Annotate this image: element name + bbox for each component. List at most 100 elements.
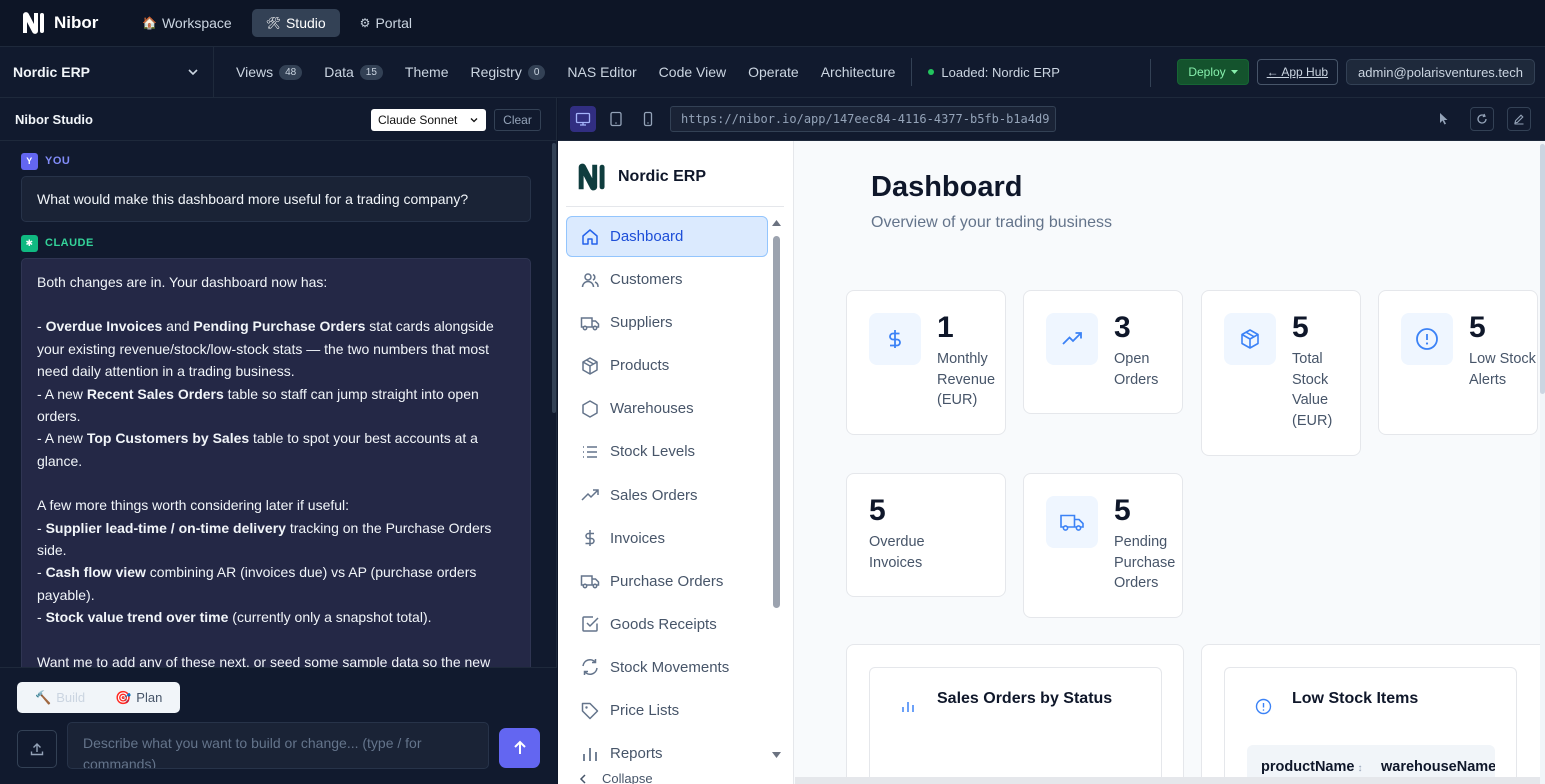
- tab-views[interactable]: Views 48: [236, 64, 303, 80]
- low-stock-items-card: Low Stock Items productName ↕ warehouseNa…: [1224, 667, 1517, 784]
- tab-operate[interactable]: Operate: [748, 64, 799, 80]
- stat-label: Low Stock Alerts: [1469, 351, 1536, 388]
- collapse-button[interactable]: Collapse: [578, 771, 653, 784]
- sidebar-scroll-thumb[interactable]: [773, 236, 780, 608]
- app-brand[interactable]: Nordic ERP: [575, 161, 706, 193]
- app-sidebar: Nordic ERP Dashboard Customers Suppliers…: [558, 141, 794, 784]
- edit-button[interactable]: [1507, 107, 1531, 131]
- stat-label: Overdue Invoices: [869, 534, 925, 571]
- top-bar: Nibor 🏠 Workspace 🛠 Studio ⚙ Portal: [0, 0, 1545, 47]
- message-bullet: - Supplier lead-time / on-time delivery …: [37, 519, 492, 559]
- brand-name: Nibor: [54, 13, 99, 32]
- stat-card-total-stock-value: 5 Total Stock Value (EUR): [1201, 290, 1361, 456]
- sidebar-item-label: Stock Levels: [610, 443, 696, 461]
- tab-label: Architecture: [820, 64, 896, 80]
- refresh-icon: [580, 657, 600, 677]
- app-nav: Dashboard Customers Suppliers Products W…: [566, 216, 768, 776]
- target-icon: 🎯: [115, 689, 132, 705]
- sidebar-item-sales-orders[interactable]: Sales Orders: [566, 475, 768, 516]
- sidebar-item-stock-movements[interactable]: Stock Movements: [566, 647, 768, 688]
- card-title: Sales Orders by Status: [937, 690, 1113, 707]
- pencil-icon: [1514, 114, 1524, 125]
- message-bullet: - A new Recent Sales Orders table so sta…: [37, 385, 479, 425]
- stat-card-low-stock-alerts: 5 Low Stock Alerts: [1378, 290, 1538, 435]
- plan-mode-button[interactable]: 🎯 Plan: [100, 685, 177, 710]
- chevron-left-icon: [579, 773, 586, 784]
- desktop-view-button[interactable]: [570, 106, 596, 132]
- stat-label: Pending Purchase Orders: [1114, 534, 1176, 591]
- tab-label: Registry: [470, 64, 522, 80]
- prompt-input[interactable]: Describe what you want to build or chang…: [67, 722, 489, 769]
- mobile-view-button[interactable]: [635, 106, 661, 132]
- brand[interactable]: Nibor: [20, 10, 128, 36]
- sidebar-item-invoices[interactable]: Invoices: [566, 518, 768, 559]
- app-preview: Nordic ERP Dashboard Customers Suppliers…: [558, 141, 1545, 784]
- sidebar-item-label: Warehouses: [610, 400, 694, 418]
- clear-button[interactable]: Clear: [494, 109, 541, 131]
- sidebar-item-label: Purchase Orders: [610, 572, 724, 590]
- divider: [1150, 59, 1151, 87]
- tablet-view-button[interactable]: [603, 106, 629, 132]
- assistant-role-label: ✱ CLAUDE: [21, 233, 531, 253]
- nav-workspace[interactable]: 🏠 Workspace: [128, 9, 246, 37]
- stat-label: Total Stock Value (EUR): [1292, 351, 1333, 429]
- sidebar-item-reports[interactable]: Reports: [566, 733, 768, 774]
- chat-scrollbar[interactable]: [552, 143, 556, 413]
- sidebar-item-suppliers[interactable]: Suppliers: [566, 302, 768, 343]
- tab-code-view[interactable]: Code View: [659, 64, 726, 80]
- sidebar-item-purchase-orders[interactable]: Purchase Orders: [566, 561, 768, 602]
- sidebar-item-stock-levels[interactable]: Stock Levels: [566, 431, 768, 472]
- sidebar-item-warehouses[interactable]: Warehouses: [566, 388, 768, 429]
- stat-value: 3: [1114, 311, 1131, 344]
- sidebar-item-dashboard[interactable]: Dashboard: [566, 216, 768, 257]
- count-badge: 15: [359, 64, 383, 80]
- top-nav: 🏠 Workspace 🛠 Studio ⚙ Portal: [128, 9, 426, 37]
- deploy-button[interactable]: Deploy: [1177, 59, 1249, 85]
- build-mode-label: Build: [56, 690, 86, 705]
- hammer-icon: 🔨: [35, 689, 52, 705]
- tab-registry[interactable]: Registry 0: [471, 64, 546, 80]
- build-mode-button[interactable]: 🔨 Build: [20, 685, 100, 710]
- stat-card-pending-purchase-orders: 5 Pending Purchase Orders: [1023, 473, 1183, 618]
- inspect-button[interactable]: [1432, 107, 1456, 131]
- tab-architecture[interactable]: Architecture: [821, 64, 896, 80]
- dashboard-main: Dashboard Overview of your trading busin…: [795, 141, 1545, 784]
- sidebar-item-products[interactable]: Products: [566, 345, 768, 386]
- sidebar-item-label: Reports: [610, 745, 663, 763]
- check-square-icon: [580, 614, 600, 634]
- send-button[interactable]: [499, 728, 540, 768]
- main-scroll-thumb[interactable]: [1540, 144, 1545, 394]
- sidebar-item-customers[interactable]: Customers: [566, 259, 768, 300]
- model-select[interactable]: Claude Sonnet: [371, 109, 486, 131]
- app-hub-link[interactable]: ← App Hub: [1256, 59, 1339, 85]
- box-icon: [580, 356, 600, 376]
- horizontal-scrollbar[interactable]: [795, 777, 1540, 784]
- tab-nas-editor[interactable]: NAS Editor: [567, 64, 636, 80]
- nav-studio[interactable]: 🛠 Studio: [251, 9, 340, 37]
- preview-url[interactable]: https://nibor.io/app/147eec84-4116-4377-…: [670, 106, 1056, 132]
- reload-button[interactable]: [1470, 107, 1494, 131]
- stat-value: 5: [869, 494, 886, 527]
- column-header-warehouse[interactable]: warehouseName: [1367, 759, 1495, 775]
- trending-up-icon: [1046, 313, 1098, 365]
- stat-label: Open Orders: [1114, 351, 1159, 388]
- project-select[interactable]: Nordic ERP: [0, 46, 214, 98]
- column-header-product[interactable]: productName ↕: [1247, 759, 1367, 775]
- message-bullet: - Stock value trend over time (currently…: [37, 609, 432, 626]
- bar-chart-icon: [902, 702, 914, 712]
- low-stock-panel: Low Stock Items productName ↕ warehouseNa…: [1201, 644, 1545, 784]
- tab-theme[interactable]: Theme: [405, 64, 449, 80]
- status-dot-icon: [928, 69, 935, 75]
- sidebar-item-goods-receipts[interactable]: Goods Receipts: [566, 604, 768, 645]
- page-title: Dashboard: [871, 171, 1023, 203]
- monitor-icon: [575, 112, 591, 126]
- upload-button[interactable]: [17, 730, 57, 768]
- toolbar-actions: Deploy ← App Hub admin@polarisventures.t…: [1177, 59, 1535, 85]
- user-account[interactable]: admin@polarisventures.tech: [1346, 59, 1535, 85]
- chat-header: Nibor Studio Claude Sonnet Clear: [0, 98, 556, 141]
- tab-data[interactable]: Data 15: [324, 64, 383, 80]
- nav-portal[interactable]: ⚙ Portal: [346, 9, 426, 37]
- sidebar-item-price-lists[interactable]: Price Lists: [566, 690, 768, 731]
- phone-icon: [643, 111, 653, 127]
- list-icon: [580, 442, 600, 462]
